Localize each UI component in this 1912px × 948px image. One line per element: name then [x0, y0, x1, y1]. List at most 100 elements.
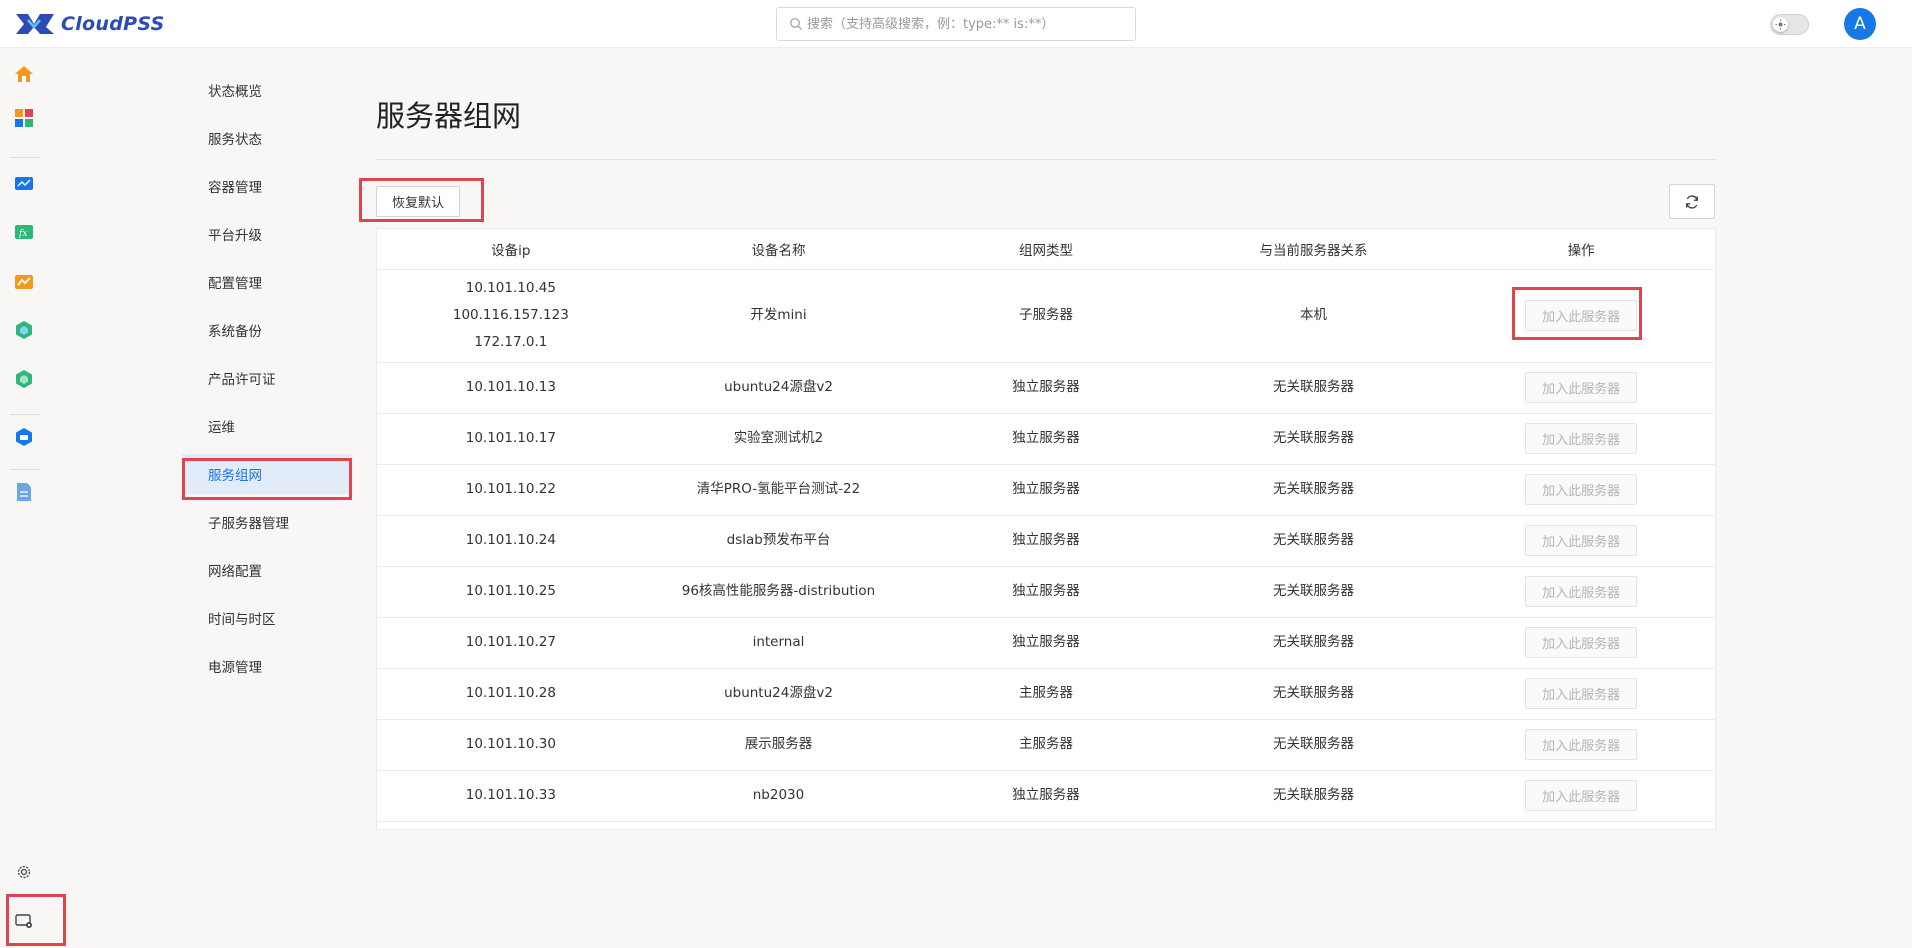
- subnav-item-power-management[interactable]: 电源管理: [182, 646, 352, 686]
- app-logo[interactable]: CloudPSS: [14, 11, 165, 37]
- subnav-item-product-license[interactable]: 产品许可证: [182, 358, 352, 398]
- cell-relation: 无关联服务器: [1179, 515, 1448, 567]
- cell-device-name: 开发mini: [644, 269, 913, 363]
- rail-divider: [10, 157, 40, 158]
- cell-device-name: nb2030: [644, 770, 913, 822]
- subnav-item-config-management[interactable]: 配置管理: [182, 262, 352, 302]
- cell-action: 加入此服务器: [1447, 719, 1715, 771]
- svg-text:fx: fx: [18, 229, 27, 239]
- cell-device-ip: 10.101.10.25: [377, 566, 645, 618]
- cell-action: 加入此服务器: [1447, 770, 1715, 822]
- cell-relation: 无关联服务器: [1179, 362, 1448, 414]
- join-server-button[interactable]: 加入此服务器: [1525, 576, 1638, 607]
- rail-divider: [10, 469, 40, 470]
- join-server-button[interactable]: 加入此服务器: [1525, 372, 1638, 403]
- system-admin-icon[interactable]: [13, 910, 35, 932]
- column-header-device-name: 设备名称: [644, 229, 913, 270]
- sun-icon: [1775, 19, 1786, 30]
- cell-action: 加入此服务器: [1447, 464, 1715, 516]
- join-server-button[interactable]: 加入此服务器: [1525, 729, 1638, 760]
- cell-device-name: 展示服务器: [644, 719, 913, 771]
- search-input[interactable]: [807, 16, 1127, 32]
- apps-grid-icon[interactable]: [13, 107, 35, 129]
- theme-toggle-knob: [1773, 17, 1788, 32]
- device-ip-line: 10.101.10.25: [465, 583, 556, 599]
- refresh-button[interactable]: [1669, 184, 1715, 219]
- subnav-item-operations[interactable]: 运维: [182, 406, 352, 446]
- subnav-item-time-timezone[interactable]: 时间与时区: [182, 598, 352, 638]
- chart-app-icon[interactable]: [13, 271, 35, 293]
- cell-device-name: internal: [644, 617, 913, 669]
- subnav-item-service-status[interactable]: 服务状态: [182, 118, 352, 158]
- table-row: 10.101.10.25 96核高性能服务器-distribution 独立服务器无…: [377, 566, 1715, 618]
- subnav-item-platform-upgrade[interactable]: 平台升级: [182, 214, 352, 254]
- join-server-button[interactable]: 加入此服务器: [1525, 678, 1638, 709]
- cell-device-ip: 10.101.10.33: [377, 770, 645, 822]
- cell-device-name: 96核高性能服务器-distribution: [644, 566, 913, 618]
- document-icon[interactable]: [13, 481, 35, 503]
- simulation-icon[interactable]: [13, 173, 35, 195]
- subnav-item-container-management[interactable]: 容器管理: [182, 166, 352, 206]
- subnav-item-network-config[interactable]: 网络配置: [182, 550, 352, 590]
- table-row: 10.101.10.33 nb2030 独立服务器 无关联服务器 加入此服务器: [377, 770, 1715, 822]
- cell-relation: 无关联服务器: [1179, 719, 1448, 771]
- table-row: 10.101.10.30 展示服务器 主服务器 无关联服务器 加入此服务器: [377, 719, 1715, 771]
- column-header-relation: 与当前服务器关系: [1179, 229, 1448, 270]
- cell-device-ip: 10.101.10.13: [377, 362, 645, 414]
- cell-device-name: dslab预发布平台: [644, 515, 913, 567]
- table-header-row: 设备ip 设备名称 组网类型 与当前服务器关系 操作: [377, 229, 1715, 270]
- device-ip-line: 10.101.10.28: [465, 685, 556, 701]
- theme-toggle[interactable]: [1770, 14, 1809, 35]
- join-server-button[interactable]: 加入此服务器: [1525, 474, 1638, 505]
- user-avatar[interactable]: A: [1844, 8, 1876, 40]
- device-ip-line: 10.101.10.45: [465, 280, 556, 296]
- cell-relation: 无关联服务器: [1179, 617, 1448, 669]
- function-icon[interactable]: fx: [13, 221, 35, 243]
- home-icon[interactable]: [13, 63, 35, 85]
- cell-network-type: 独立服务器: [912, 413, 1180, 465]
- subnav-item-server-networking[interactable]: 服务组网: [182, 454, 352, 494]
- title-divider: [376, 159, 1716, 160]
- top-bar: CloudPSS A: [0, 0, 1912, 48]
- cell-network-type: 独立服务器: [912, 617, 1180, 669]
- search-box[interactable]: [776, 7, 1136, 41]
- cell-network-type: 独立服务器: [912, 464, 1180, 516]
- hex-green-icon[interactable]: [13, 319, 35, 341]
- join-server-button[interactable]: 加入此服务器: [1525, 423, 1638, 454]
- cell-relation: 无关联服务器: [1179, 770, 1448, 822]
- refresh-icon: [1686, 194, 1699, 209]
- cell-action: 加入此服务器: [1447, 566, 1715, 618]
- rail-divider: [10, 414, 40, 415]
- subnav-item-system-backup[interactable]: 系统备份: [182, 310, 352, 350]
- table-row: 10.101.10.24 dslab预发布平台 独立服务器 无关联服务器 加入此服务器: [377, 515, 1715, 567]
- cell-device-name: ubuntu24源盘v2: [644, 362, 913, 414]
- device-ip-line: 10.101.10.17: [465, 430, 556, 446]
- cell-device-ip: 10.101.10.17: [377, 413, 645, 465]
- hex-teal-icon[interactable]: [13, 368, 35, 390]
- hex-blue-icon[interactable]: [13, 426, 35, 448]
- join-server-button[interactable]: 加入此服务器: [1525, 300, 1638, 331]
- cell-network-type: 独立服务器: [912, 362, 1180, 414]
- cell-device-name: 实验室测试机2: [644, 413, 913, 465]
- cell-device-ip: 10.101.10.30: [377, 719, 645, 771]
- restore-default-button[interactable]: 恢复默认: [376, 186, 461, 217]
- join-server-button[interactable]: 加入此服务器: [1525, 627, 1638, 658]
- join-server-button[interactable]: 加入此服务器: [1525, 525, 1638, 556]
- device-ip-line: 10.101.10.24: [465, 532, 556, 548]
- app-icon-rail: fx: [0, 48, 50, 948]
- cell-device-ip: 10.101.10.45 100.116.157.123 172.17.0.1: [377, 269, 645, 363]
- settings-gear-icon[interactable]: [13, 861, 35, 883]
- search-icon: [789, 17, 802, 30]
- column-header-action: 操作: [1447, 229, 1715, 270]
- table-row: 10.101.10.22 清华PRO-氢能平台测试-22 独立服务器 无关联服务器 加入…: [377, 464, 1715, 516]
- cell-network-type: 子服务器: [912, 269, 1180, 363]
- cell-device-name: ubuntu24源盘v2: [644, 668, 913, 720]
- subnav-item-sub-server-management[interactable]: 子服务器管理: [182, 502, 352, 542]
- cell-relation: 无关联服务器: [1179, 464, 1448, 516]
- cell-action: 加入此服务器: [1447, 617, 1715, 669]
- join-server-button[interactable]: 加入此服务器: [1525, 780, 1638, 811]
- cell-network-type: 主服务器: [912, 668, 1180, 720]
- device-ip-line: 10.101.10.30: [465, 736, 556, 752]
- subnav-item-status-overview[interactable]: 状态概览: [182, 70, 352, 110]
- cell-device-ip: 10.101.10.28: [377, 668, 645, 720]
